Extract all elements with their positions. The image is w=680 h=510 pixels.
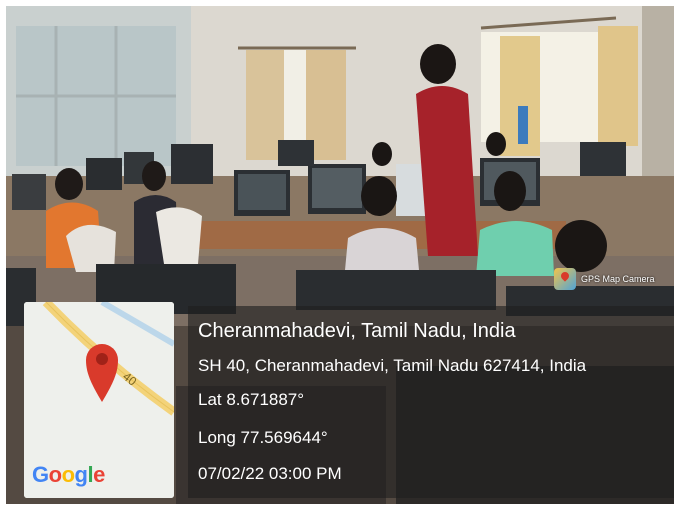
google-logo: Google [32,462,105,488]
longitude-readout: Long 77.569644° [198,428,328,447]
timestamp: 07/02/22 03:00 PM [198,464,342,483]
app-watermark: GPS Map Camera [554,268,655,290]
location-info-panel: Cheranmahadevi, Tamil Nadu, India SH 40,… [188,306,674,498]
google-logo-letter: e [93,462,105,487]
google-logo-letter: G [32,462,49,487]
location-address: SH 40, Cheranmahadevi, Tamil Nadu 627414… [198,356,587,375]
google-logo-letter: g [74,462,88,487]
google-logo-letter: o [48,462,62,487]
map-thumbnail: 40 Google [24,302,174,498]
photo-frame: GPS Map Camera 40 Google Cheranmahadevi,… [6,6,674,504]
google-logo-letter: o [61,462,75,487]
location-title: Cheranmahadevi, Tamil Nadu, India [198,320,516,342]
app-name: GPS Map Camera [581,274,655,284]
latitude-readout: Lat 8.671887° [198,390,305,409]
gps-map-camera-icon [554,268,576,290]
